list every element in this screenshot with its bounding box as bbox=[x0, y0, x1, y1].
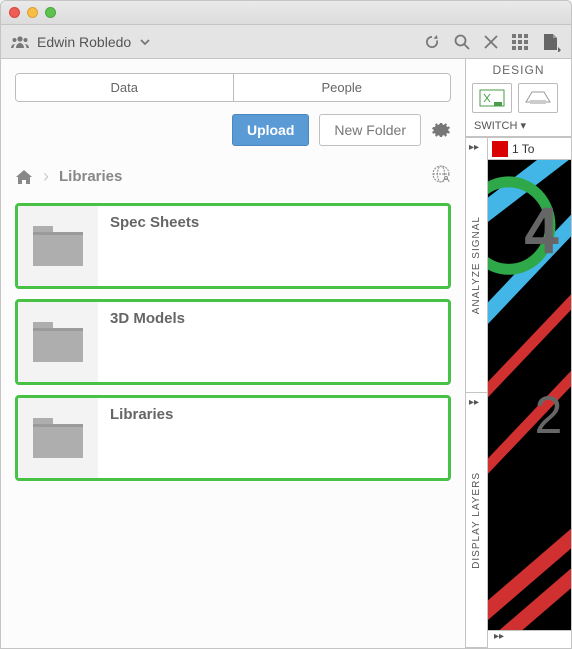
expand-icon[interactable]: ▸▸ bbox=[488, 631, 510, 648]
folder-title: 3D Models bbox=[98, 302, 197, 382]
folder-title: Libraries bbox=[98, 398, 185, 478]
data-panel: Data People Upload New Folder › Librarie… bbox=[1, 59, 466, 648]
close-panel-button[interactable] bbox=[483, 34, 499, 50]
canvas-number-2: 2 bbox=[535, 386, 563, 444]
expand-icon: ▸▸ bbox=[469, 397, 479, 408]
folder-item[interactable]: Libraries bbox=[15, 395, 451, 481]
folder-icon bbox=[18, 398, 98, 478]
breadcrumb: › Libraries bbox=[15, 164, 451, 189]
settings-button[interactable] bbox=[431, 118, 451, 143]
close-window-button[interactable] bbox=[9, 7, 20, 18]
main-area: Data People Upload New Folder › Librarie… bbox=[1, 59, 571, 648]
canvas-number-4: 4 bbox=[524, 193, 559, 267]
canvas-strip: ▸▸ ANALYZE SIGNAL ▸▸ DISPLAY LAYERS 1 To bbox=[466, 137, 571, 648]
layer-color-swatch bbox=[492, 141, 508, 157]
design-mode-icons bbox=[466, 81, 571, 115]
team-selector[interactable]: Edwin Robledo bbox=[11, 34, 151, 50]
folder-title: Spec Sheets bbox=[98, 206, 211, 286]
panel-tabs: Data People bbox=[15, 73, 451, 102]
canvas-footer: ▸▸ bbox=[488, 630, 571, 648]
panel-header: DESIGN bbox=[466, 59, 571, 81]
user-name: Edwin Robledo bbox=[37, 34, 131, 50]
refresh-button[interactable] bbox=[423, 33, 441, 51]
new-folder-button[interactable]: New Folder bbox=[319, 114, 421, 146]
share-button[interactable] bbox=[431, 164, 451, 189]
rail-analyze-signal[interactable]: ▸▸ ANALYZE SIGNAL bbox=[466, 138, 487, 393]
layer-indicator[interactable]: 1 To bbox=[488, 138, 571, 160]
folder-list: Spec Sheets 3D Models Libraries bbox=[15, 203, 451, 481]
home-button[interactable] bbox=[15, 168, 33, 186]
board-mode-button[interactable] bbox=[518, 83, 558, 113]
canvas-column: 1 To 4 2 bbox=[488, 138, 571, 648]
folder-item[interactable]: 3D Models bbox=[15, 299, 451, 385]
expand-icon: ▸▸ bbox=[469, 142, 479, 153]
grid-view-button[interactable] bbox=[511, 33, 529, 51]
rail-display-layers[interactable]: ▸▸ DISPLAY LAYERS bbox=[466, 393, 487, 648]
folder-icon bbox=[18, 302, 98, 382]
schematic-mode-button[interactable] bbox=[472, 83, 512, 113]
window-controls bbox=[9, 7, 56, 18]
toolbar: Edwin Robledo bbox=[1, 25, 571, 59]
minimize-window-button[interactable] bbox=[27, 7, 38, 18]
upload-button[interactable]: Upload bbox=[232, 114, 309, 146]
tab-data[interactable]: Data bbox=[16, 74, 233, 101]
folder-icon bbox=[18, 206, 98, 286]
action-bar: Upload New Folder bbox=[15, 114, 451, 146]
chevron-down-icon bbox=[139, 36, 151, 48]
layer-label: 1 To bbox=[512, 142, 534, 156]
app-window: { "user": { "name": "Edwin Robledo" }, "… bbox=[0, 0, 572, 649]
team-icon bbox=[11, 35, 29, 49]
design-panel: DESIGN SWITCH ▾ ▸▸ ANALYZE SIGNAL ▸▸ DIS… bbox=[466, 59, 571, 648]
folder-item[interactable]: Spec Sheets bbox=[15, 203, 451, 289]
breadcrumb-separator: › bbox=[43, 166, 49, 187]
search-button[interactable] bbox=[453, 33, 471, 51]
switch-dropdown[interactable]: SWITCH ▾ bbox=[466, 115, 571, 137]
new-document-button[interactable] bbox=[541, 32, 561, 52]
maximize-window-button[interactable] bbox=[45, 7, 56, 18]
titlebar bbox=[1, 1, 571, 25]
side-rail: ▸▸ ANALYZE SIGNAL ▸▸ DISPLAY LAYERS bbox=[466, 138, 488, 648]
pcb-canvas[interactable]: 4 2 bbox=[488, 160, 571, 630]
breadcrumb-current: Libraries bbox=[59, 168, 122, 185]
tab-people[interactable]: People bbox=[233, 74, 451, 101]
